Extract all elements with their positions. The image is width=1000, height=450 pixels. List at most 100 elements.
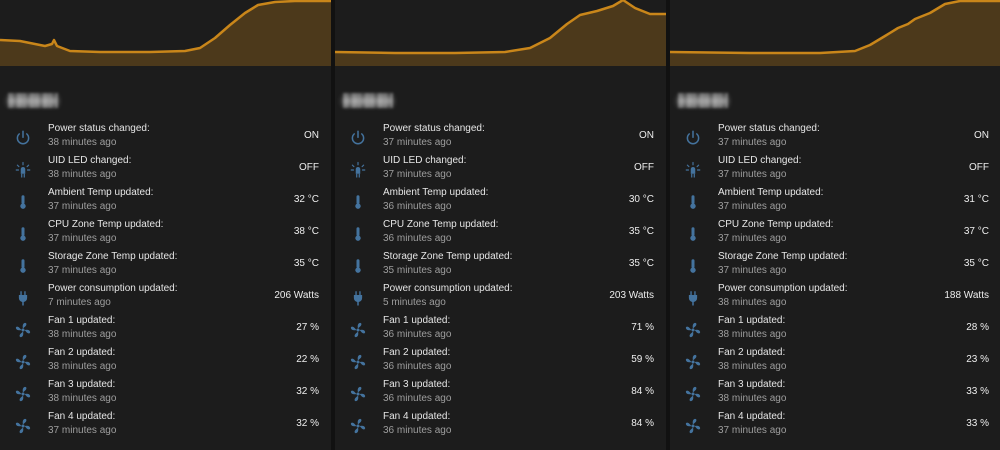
server-name-redacted: ■■■■■■ xyxy=(678,93,729,108)
entity-row[interactable]: Fan 4 updated: 37 minutes ago 32 % xyxy=(0,410,331,442)
entity-last-updated: 37 minutes ago xyxy=(718,265,787,276)
entity-last-updated: 37 minutes ago xyxy=(383,137,452,148)
entity-name: Ambient Temp updated: xyxy=(48,187,154,198)
entity-row[interactable]: Storage Zone Temp updated: 37 minutes ago… xyxy=(0,250,331,282)
entity-name: Fan 4 updated: xyxy=(383,411,451,422)
history-graph[interactable] xyxy=(670,0,1000,66)
entity-name: CPU Zone Temp updated: xyxy=(48,219,164,230)
thermometer-icon xyxy=(14,193,32,211)
entity-state: 37 °C xyxy=(963,226,989,237)
entity-row[interactable]: Fan 1 updated: 38 minutes ago 28 % xyxy=(670,314,1000,346)
entity-row[interactable]: Fan 1 updated: 38 minutes ago 27 % xyxy=(0,314,331,346)
server-card-3[interactable]: ■■■■■■ Power status changed: 37 minutes a… xyxy=(670,0,1000,450)
entity-row[interactable]: Power consumption updated: 5 minutes ago 2… xyxy=(335,282,666,314)
entity-row[interactable]: UID LED changed: 37 minutes ago OFF xyxy=(670,154,1000,186)
entity-state: 35 °C xyxy=(293,258,319,269)
entity-row[interactable]: Ambient Temp updated: 37 minutes ago 32 °C xyxy=(0,186,331,218)
thermometer-icon xyxy=(349,225,367,243)
history-graph[interactable] xyxy=(335,0,666,66)
entity-row[interactable]: CPU Zone Temp updated: 36 minutes ago 35 °… xyxy=(335,218,666,250)
power-history-sparkline xyxy=(670,0,1000,66)
fan-icon xyxy=(684,321,702,339)
entity-name: CPU Zone Temp updated: xyxy=(383,219,499,230)
entity-row[interactable]: Fan 2 updated: 38 minutes ago 23 % xyxy=(670,346,1000,378)
entity-name: UID LED changed: xyxy=(718,155,802,166)
entity-row[interactable]: Ambient Temp updated: 36 minutes ago 30 °C xyxy=(335,186,666,218)
entity-name: Fan 2 updated: xyxy=(48,347,116,358)
entity-row[interactable]: Storage Zone Temp updated: 35 minutes ago… xyxy=(335,250,666,282)
entity-state: 32 % xyxy=(296,418,319,429)
entity-last-updated: 38 minutes ago xyxy=(48,169,117,180)
entity-row[interactable]: Fan 3 updated: 38 minutes ago 33 % xyxy=(670,378,1000,410)
entity-state: ON xyxy=(974,130,989,141)
server-name: ■■■■■■ xyxy=(343,92,394,110)
entity-state: 30 °C xyxy=(628,194,654,205)
entity-state: 206 Watts xyxy=(274,290,319,301)
entity-list: Power status changed: 37 minutes ago ON UID… xyxy=(335,122,666,442)
server-card-1[interactable]: ■■■■■■ Power status changed: 38 minutes a… xyxy=(0,0,331,450)
entity-row[interactable]: UID LED changed: 38 minutes ago OFF xyxy=(0,154,331,186)
entity-last-updated: 37 minutes ago xyxy=(718,201,787,212)
entity-row[interactable]: Storage Zone Temp updated: 37 minutes ago… xyxy=(670,250,1000,282)
entity-last-updated: 7 minutes ago xyxy=(48,297,111,308)
entity-row[interactable]: CPU Zone Temp updated: 37 minutes ago 38 °… xyxy=(0,218,331,250)
entity-state: 33 % xyxy=(966,418,989,429)
thermometer-icon xyxy=(349,193,367,211)
entity-row[interactable]: Fan 2 updated: 36 minutes ago 59 % xyxy=(335,346,666,378)
entity-row[interactable]: Ambient Temp updated: 37 minutes ago 31 °C xyxy=(670,186,1000,218)
entity-last-updated: 36 minutes ago xyxy=(383,233,452,244)
entity-name: UID LED changed: xyxy=(48,155,132,166)
entity-name: Storage Zone Temp updated: xyxy=(383,251,513,262)
led-icon xyxy=(684,161,702,179)
entity-last-updated: 38 minutes ago xyxy=(48,137,117,148)
fan-icon xyxy=(349,321,367,339)
power-icon xyxy=(684,129,702,147)
entity-state: 35 °C xyxy=(963,258,989,269)
history-graph[interactable] xyxy=(0,0,331,66)
power-history-sparkline xyxy=(0,0,331,66)
entity-row[interactable]: UID LED changed: 37 minutes ago OFF xyxy=(335,154,666,186)
entity-row[interactable]: Fan 4 updated: 36 minutes ago 84 % xyxy=(335,410,666,442)
entity-state: 84 % xyxy=(631,386,654,397)
entity-row[interactable]: Power consumption updated: 7 minutes ago 2… xyxy=(0,282,331,314)
entity-name: Fan 3 updated: xyxy=(718,379,786,390)
server-name: ■■■■■■ xyxy=(8,92,59,110)
entity-last-updated: 36 minutes ago xyxy=(383,393,452,404)
server-name: ■■■■■■ xyxy=(678,92,729,110)
entity-row[interactable]: Fan 4 updated: 37 minutes ago 33 % xyxy=(670,410,1000,442)
entity-state: 32 % xyxy=(296,386,319,397)
led-icon xyxy=(14,161,32,179)
entity-row[interactable]: Fan 2 updated: 38 minutes ago 22 % xyxy=(0,346,331,378)
entity-row[interactable]: Fan 3 updated: 36 minutes ago 84 % xyxy=(335,378,666,410)
entity-state: 28 % xyxy=(966,322,989,333)
entity-row[interactable]: Power status changed: 37 minutes ago ON xyxy=(670,122,1000,154)
entity-state: 32 °C xyxy=(293,194,319,205)
entity-last-updated: 37 minutes ago xyxy=(383,169,452,180)
entity-row[interactable]: CPU Zone Temp updated: 37 minutes ago 37 °… xyxy=(670,218,1000,250)
entity-row[interactable]: Power status changed: 38 minutes ago ON xyxy=(0,122,331,154)
plug-icon xyxy=(14,289,32,307)
entity-name: Ambient Temp updated: xyxy=(383,187,489,198)
entity-last-updated: 37 minutes ago xyxy=(48,265,117,276)
entity-state: 84 % xyxy=(631,418,654,429)
entity-last-updated: 36 minutes ago xyxy=(383,361,452,372)
entity-row[interactable]: Power consumption updated: 38 minutes ago… xyxy=(670,282,1000,314)
server-name-redacted: ■■■■■■ xyxy=(343,93,394,108)
thermometer-icon xyxy=(684,225,702,243)
server-card-2[interactable]: ■■■■■■ Power status changed: 37 minutes a… xyxy=(335,0,666,450)
entity-row[interactable]: Fan 1 updated: 36 minutes ago 71 % xyxy=(335,314,666,346)
entity-name: Fan 1 updated: xyxy=(48,315,116,326)
fan-icon xyxy=(14,321,32,339)
fan-icon xyxy=(349,417,367,435)
power-icon xyxy=(14,129,32,147)
fan-icon xyxy=(349,353,367,371)
entity-row[interactable]: Power status changed: 37 minutes ago ON xyxy=(335,122,666,154)
entity-last-updated: 38 minutes ago xyxy=(718,393,787,404)
entity-last-updated: 38 minutes ago xyxy=(718,297,787,308)
entity-name: Fan 2 updated: xyxy=(718,347,786,358)
entity-row[interactable]: Fan 3 updated: 38 minutes ago 32 % xyxy=(0,378,331,410)
entity-name: UID LED changed: xyxy=(383,155,467,166)
power-icon xyxy=(349,129,367,147)
entity-last-updated: 38 minutes ago xyxy=(718,329,787,340)
thermometer-icon xyxy=(14,225,32,243)
